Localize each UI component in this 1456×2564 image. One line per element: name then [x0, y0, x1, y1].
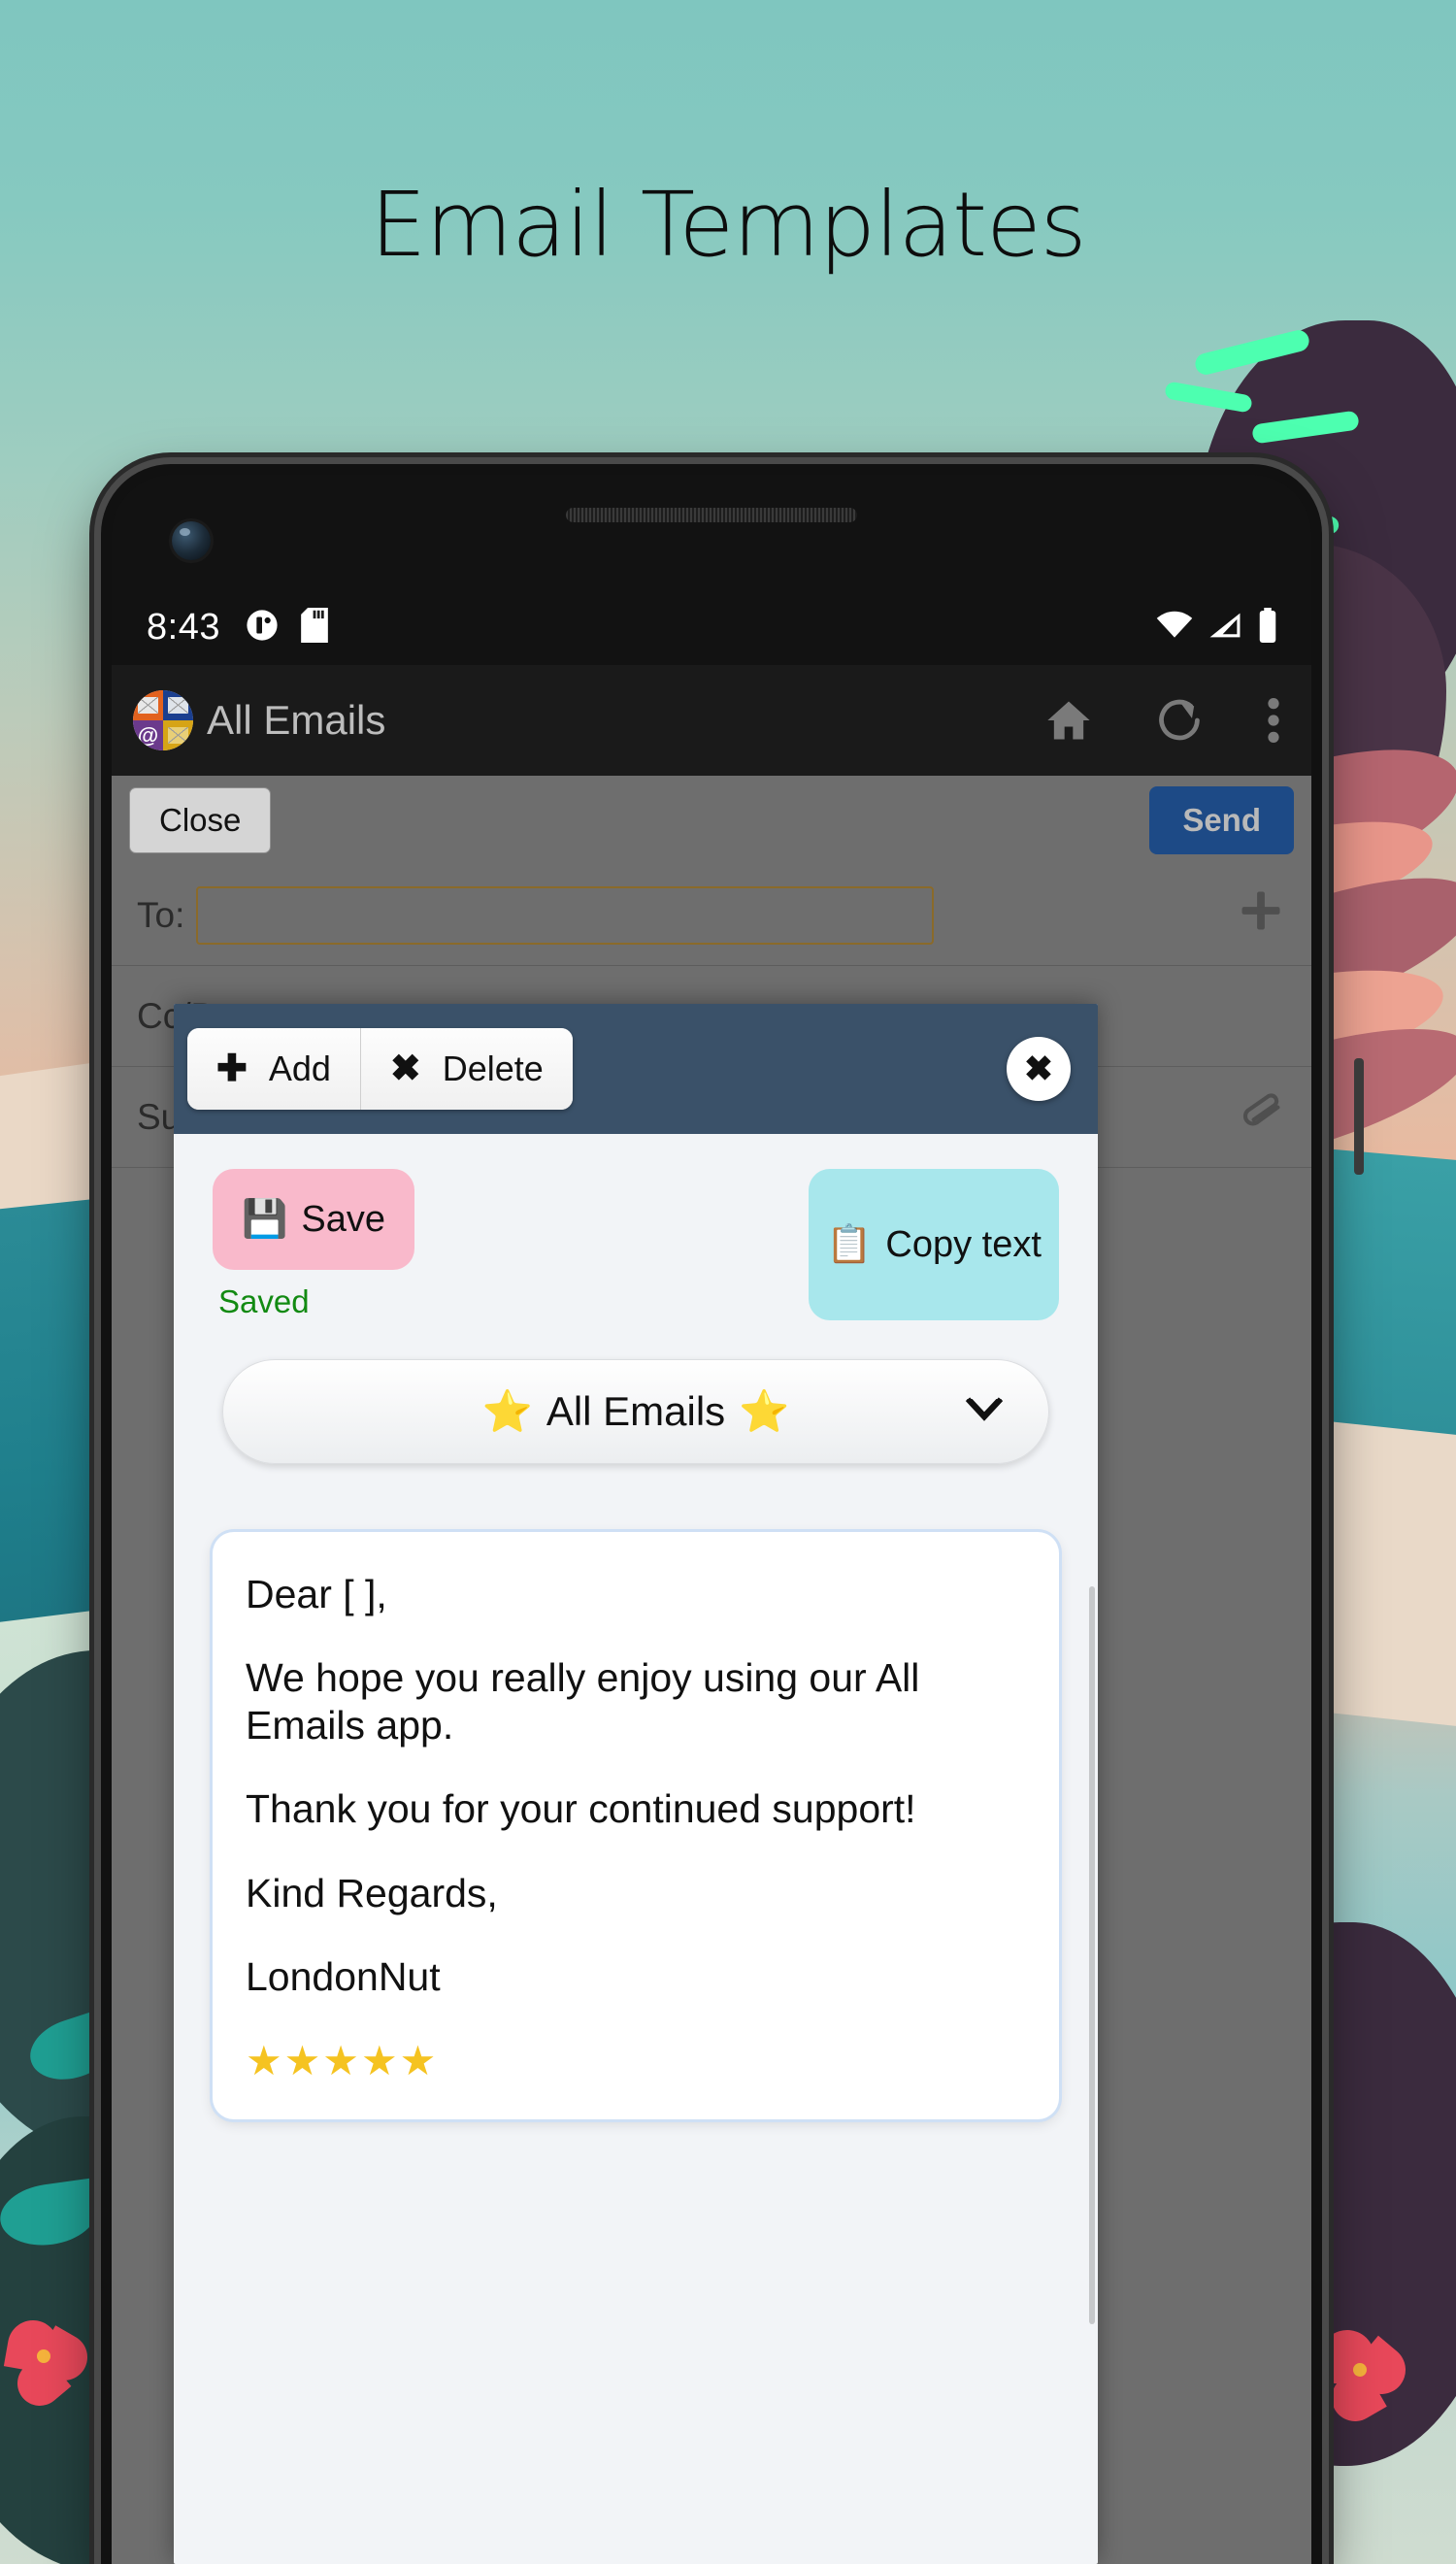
refresh-icon[interactable] — [1154, 695, 1205, 746]
email-template-body[interactable]: Dear [ ], We hope you really enjoy using… — [213, 1532, 1059, 2120]
add-contact-icon[interactable] — [1236, 885, 1286, 945]
save-button[interactable]: 💾 Save — [213, 1169, 414, 1270]
floppy-disk-icon: 💾 — [242, 1199, 288, 1240]
front-camera — [172, 521, 211, 560]
star-icon: ⭐ — [739, 1387, 790, 1434]
template-modal: ✚ Add ✖ Delete ✖ 💾 Save Saved 📋 Copy tex… — [174, 1004, 1098, 2564]
plus-icon: ✚ — [216, 1049, 248, 1089]
modal-action-row: 💾 Save Saved 📋 Copy text — [213, 1169, 1059, 1320]
template-select-value: ⭐ All Emails ⭐ — [223, 1388, 1048, 1436]
modal-header: ✚ Add ✖ Delete ✖ — [174, 1004, 1098, 1134]
status-bar: 8:43 — [112, 589, 1311, 665]
earpiece-speaker — [566, 508, 857, 522]
save-button-label: Save — [301, 1198, 385, 1240]
chevron-down-icon[interactable] — [965, 1393, 1004, 1431]
add-button[interactable]: ✚ Add — [187, 1028, 360, 1110]
cellular-signal-icon — [1208, 611, 1241, 645]
overflow-menu-icon[interactable] — [1265, 695, 1282, 746]
phone-side-button — [1354, 1058, 1364, 1175]
rating-stars: ★★★★★ — [246, 2038, 439, 2084]
trello-icon — [246, 609, 279, 647]
status-clock: 8:43 — [147, 606, 220, 648]
recipient-input[interactable] — [196, 885, 935, 945]
field-to-label: To: — [137, 894, 185, 935]
battery-icon — [1257, 607, 1278, 648]
app-bar-title: All Emails — [207, 697, 386, 743]
template-select-text: All Emails — [546, 1388, 726, 1434]
close-button[interactable]: Close — [129, 787, 272, 853]
delete-button-label: Delete — [442, 1049, 544, 1088]
email-line-intro: We hope you really enjoy using our All E… — [246, 1655, 920, 1748]
copy-text-button-label: Copy text — [885, 1223, 1042, 1265]
wifi-icon — [1156, 611, 1193, 645]
template-select[interactable]: ⭐ All Emails ⭐ — [222, 1359, 1049, 1464]
compose-toolbar: Close Send — [112, 776, 1311, 865]
home-icon[interactable] — [1043, 695, 1094, 746]
delete-button[interactable]: ✖ Delete — [359, 1028, 573, 1110]
clipboard-icon: 📋 — [826, 1224, 873, 1265]
add-button-label: Add — [268, 1049, 331, 1088]
app-bar: @ All Emails — [112, 665, 1311, 776]
cross-icon: ✖ — [389, 1049, 421, 1089]
modal-body: 💾 Save Saved 📋 Copy text ⭐ All Emails ⭐ … — [174, 1134, 1098, 2120]
page-title: Email Templates — [370, 173, 1086, 277]
email-line-signoff: Kind Regards, — [246, 1870, 498, 1915]
email-line-greeting: Dear [ ], — [246, 1572, 387, 1616]
email-line-thanks: Thank you for your continued support! — [246, 1786, 916, 1832]
save-status-label: Saved — [218, 1283, 310, 1319]
all-emails-app-icon: @ — [133, 690, 193, 750]
send-button[interactable]: Send — [1149, 786, 1294, 854]
attach-paperclip-icon[interactable] — [1236, 1087, 1286, 1147]
phone-mockup: 8:43 @ All Emails Close Send To: ✚ Add ✖… — [101, 464, 1322, 2564]
star-icon: ⭐ — [481, 1387, 533, 1434]
field-to[interactable]: To: — [112, 865, 1311, 966]
phone-screen: 8:43 @ All Emails Close Send To: ✚ Add ✖… — [112, 475, 1311, 2564]
copy-text-button[interactable]: 📋 Copy text — [809, 1169, 1059, 1320]
add-delete-segmented-control: ✚ Add ✖ Delete — [187, 1028, 573, 1110]
close-icon[interactable]: ✖ — [1007, 1037, 1071, 1101]
email-line-signature: LondonNut — [246, 1953, 441, 1999]
sd-card-icon — [300, 607, 329, 648]
modal-scrollbar[interactable] — [1089, 1586, 1095, 2324]
